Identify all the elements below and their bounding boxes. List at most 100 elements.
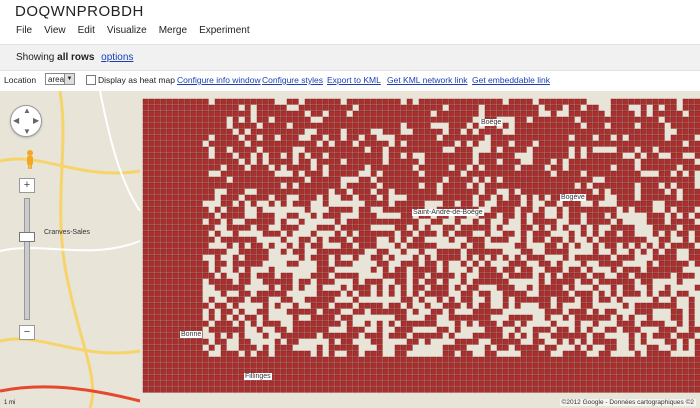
heatmap-cell[interactable] (394, 242, 401, 249)
heatmap-cell[interactable] (334, 158, 341, 165)
heatmap-cell[interactable] (220, 170, 227, 177)
heatmap-cell[interactable] (370, 182, 377, 189)
heatmap-cell[interactable] (226, 152, 233, 159)
heatmap-cell[interactable] (496, 104, 503, 111)
heatmap-cell[interactable] (400, 104, 407, 111)
heatmap-cell[interactable] (328, 344, 335, 351)
heatmap-cell[interactable] (196, 350, 203, 357)
heatmap-cell[interactable] (280, 290, 287, 297)
heatmap-cell[interactable] (448, 314, 455, 321)
heatmap-cell[interactable] (598, 170, 605, 177)
heatmap-cell[interactable] (178, 128, 185, 135)
heatmap-cell[interactable] (640, 374, 647, 381)
heatmap-cell[interactable] (358, 176, 365, 183)
heatmap-cell[interactable] (208, 248, 215, 255)
heatmap-cell[interactable] (202, 248, 209, 255)
heatmap-cell[interactable] (394, 266, 401, 273)
heatmap-cell[interactable] (358, 122, 365, 129)
heatmap-cell[interactable] (286, 140, 293, 147)
heatmap-cell[interactable] (652, 194, 659, 201)
heatmap-cell[interactable] (328, 296, 335, 303)
heatmap-cell[interactable] (424, 122, 431, 129)
heatmap-cell[interactable] (250, 146, 257, 153)
heatmap-cell[interactable] (172, 272, 179, 279)
heatmap-cell[interactable] (466, 224, 473, 231)
heatmap-cell[interactable] (514, 362, 521, 369)
heatmap-cell[interactable] (232, 182, 239, 189)
heatmap-cell[interactable] (388, 158, 395, 165)
heatmap-cell[interactable] (172, 140, 179, 147)
heatmap-cell[interactable] (646, 278, 653, 285)
heatmap-cell[interactable] (304, 320, 311, 327)
heatmap-cell[interactable] (334, 344, 341, 351)
heatmap-cell[interactable] (232, 266, 239, 273)
heatmap-cell[interactable] (442, 110, 449, 117)
heatmap-cell[interactable] (652, 122, 659, 129)
heatmap-cell[interactable] (532, 296, 539, 303)
heatmap-cell[interactable] (568, 362, 575, 369)
heatmap-cell[interactable] (628, 290, 635, 297)
heatmap-cell[interactable] (364, 98, 371, 105)
heatmap-cell[interactable] (532, 386, 539, 393)
heatmap-cell[interactable] (316, 248, 323, 255)
heatmap-cell[interactable] (460, 98, 467, 105)
heatmap-cell[interactable] (250, 380, 257, 387)
heatmap-cell[interactable] (622, 200, 629, 207)
heatmap-cell[interactable] (448, 308, 455, 315)
heatmap-cell[interactable] (532, 368, 539, 375)
heatmap-cell[interactable] (262, 188, 269, 195)
heatmap-cell[interactable] (550, 386, 557, 393)
heatmap-cell[interactable] (424, 368, 431, 375)
heatmap-cell[interactable] (430, 194, 437, 201)
configure-info-window-link[interactable]: Configure info window (177, 75, 261, 85)
heatmap-cell[interactable] (694, 326, 700, 333)
heatmap-cell[interactable] (424, 134, 431, 141)
heatmap-cell[interactable] (346, 290, 353, 297)
heatmap-cell[interactable] (484, 188, 491, 195)
heatmap-cell[interactable] (298, 194, 305, 201)
heatmap-cell[interactable] (442, 260, 449, 267)
heatmap-cell[interactable] (166, 344, 173, 351)
heatmap-cell[interactable] (184, 218, 191, 225)
heatmap-cell[interactable] (214, 104, 221, 111)
heatmap-cell[interactable] (394, 308, 401, 315)
heatmap-cell[interactable] (352, 296, 359, 303)
heatmap-cell[interactable] (538, 278, 545, 285)
heatmap-cell[interactable] (628, 362, 635, 369)
heatmap-cell[interactable] (214, 158, 221, 165)
heatmap-cell[interactable] (376, 200, 383, 207)
heatmap-cell[interactable] (664, 140, 671, 147)
heatmap-cell[interactable] (640, 380, 647, 387)
heatmap-cell[interactable] (334, 356, 341, 363)
heatmap-cell[interactable] (454, 128, 461, 135)
heatmap-cell[interactable] (562, 350, 569, 357)
heatmap-cell[interactable] (442, 362, 449, 369)
heatmap-cell[interactable] (490, 212, 497, 219)
heatmap-cell[interactable] (190, 176, 197, 183)
heatmap-cell[interactable] (190, 296, 197, 303)
heatmap-cell[interactable] (592, 374, 599, 381)
heatmap-cell[interactable] (268, 266, 275, 273)
heatmap-cell[interactable] (484, 98, 491, 105)
heatmap-cell[interactable] (640, 236, 647, 243)
map-canvas[interactable]: Cranves-Sales Bonne Fillinges Saint-Andr… (0, 91, 700, 408)
heatmap-cell[interactable] (484, 152, 491, 159)
heatmap-cell[interactable] (310, 326, 317, 333)
heatmap-cell[interactable] (322, 260, 329, 267)
pegman-icon[interactable] (25, 150, 35, 170)
heatmap-cell[interactable] (604, 278, 611, 285)
heatmap-cell[interactable] (220, 368, 227, 375)
heatmap-cell[interactable] (634, 116, 641, 123)
heatmap-cell[interactable] (466, 386, 473, 393)
heatmap-cell[interactable] (184, 236, 191, 243)
heatmap-cell[interactable] (508, 356, 515, 363)
heatmap-cell[interactable] (400, 374, 407, 381)
heatmap-cell[interactable] (514, 122, 521, 129)
heatmap-cell[interactable] (304, 278, 311, 285)
heatmap-cell[interactable] (172, 362, 179, 369)
heatmap-cell[interactable] (478, 308, 485, 315)
heatmap-cell[interactable] (394, 182, 401, 189)
heatmap-cell[interactable] (292, 200, 299, 207)
heatmap-cell[interactable] (202, 182, 209, 189)
heatmap-cell[interactable] (160, 350, 167, 357)
